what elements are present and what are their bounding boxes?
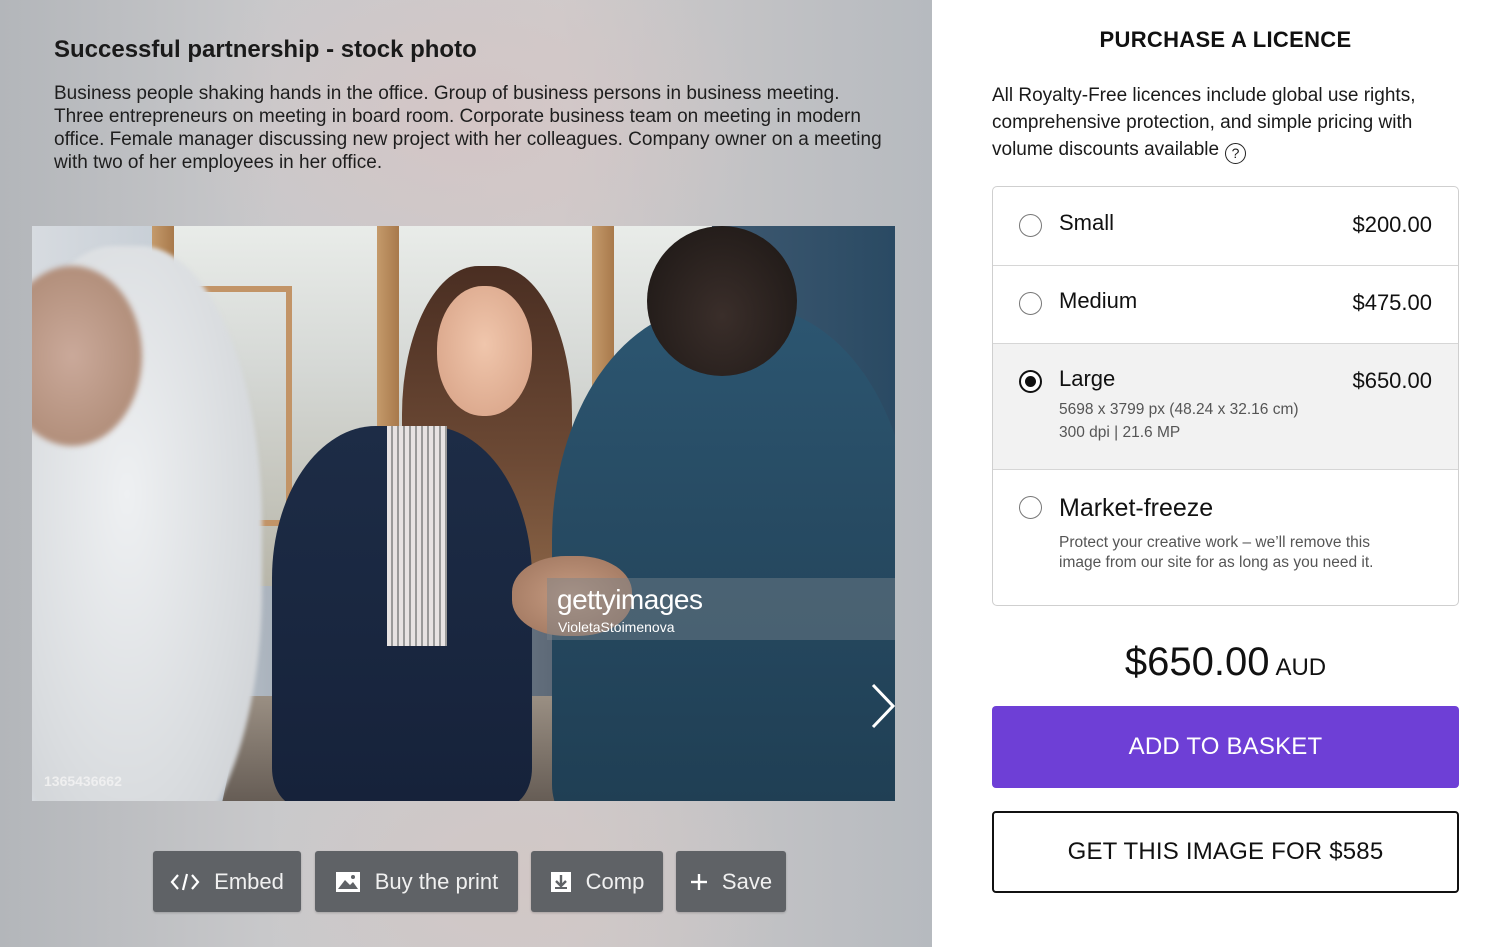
licence-option-market-freeze[interactable]: Market-freeze Protect your creative work…: [993, 470, 1458, 605]
help-icon[interactable]: ?: [1225, 143, 1247, 164]
comp-button[interactable]: Comp: [531, 851, 663, 912]
stock-photo[interactable]: gettyimages VioletaStoimenova 1365436662: [32, 226, 895, 801]
option-price: $650.00: [1352, 368, 1432, 393]
option-name: Large: [1059, 366, 1116, 391]
option-price: $475.00: [1352, 290, 1432, 315]
purchase-panel: PURCHASE A LICENCE All Royalty-Free lice…: [932, 0, 1500, 947]
option-name: Market-freeze: [1059, 494, 1214, 522]
option-description-line1: Protect your creative work – we’ll remov…: [1059, 534, 1370, 551]
option-name: Small: [1059, 210, 1115, 235]
get-image-button[interactable]: GET THIS IMAGE FOR $585: [992, 811, 1459, 893]
download-icon: [550, 871, 571, 892]
licence-description: All Royalty-Free licences include global…: [992, 82, 1462, 164]
licence-options: Small $200.00 Medium $475.00 Large $650.…: [992, 186, 1459, 606]
watermark-brand: gettyimages: [557, 584, 703, 615]
watermark-author: VioletaStoimenova: [558, 619, 675, 635]
radio-large[interactable]: [1019, 370, 1042, 393]
option-price: $200.00: [1352, 212, 1432, 237]
photo-id: 1365436662: [44, 773, 122, 789]
radio-market-freeze[interactable]: [1019, 496, 1042, 519]
radio-small[interactable]: [1019, 214, 1042, 237]
chevron-right-icon: [871, 683, 895, 729]
buy-print-label: Buy the print: [374, 868, 499, 894]
image-title: Successful partnership - stock photo: [54, 36, 477, 63]
watermark: gettyimages VioletaStoimenova: [547, 578, 895, 640]
image-detail-panel: Successful partnership - stock photo Bus…: [0, 0, 932, 947]
licence-option-medium[interactable]: Medium $475.00: [993, 266, 1458, 344]
image-icon: [335, 871, 360, 892]
plus-icon: [690, 873, 707, 890]
save-button[interactable]: Save: [676, 851, 786, 912]
licence-description-text: All Royalty-Free licences include global…: [992, 85, 1416, 160]
total-price: $650.00 AUD: [932, 640, 1500, 685]
total-currency: AUD: [1275, 654, 1327, 681]
comp-label: Comp: [585, 868, 645, 894]
image-description: Business people shaking hands in the off…: [54, 83, 882, 173]
option-description-line2: image from our site for as long as you n…: [1059, 554, 1374, 571]
option-resolution: 300 dpi | 21.6 MP: [1059, 424, 1181, 441]
save-label: Save: [721, 868, 773, 894]
licence-option-small[interactable]: Small $200.00: [993, 187, 1458, 266]
option-name: Medium: [1059, 288, 1138, 313]
buy-print-button[interactable]: Buy the print: [315, 851, 518, 912]
add-to-basket-button[interactable]: ADD TO BASKET: [992, 706, 1459, 788]
embed-button[interactable]: Embed: [153, 851, 301, 912]
next-image-button[interactable]: [868, 681, 895, 731]
purchase-heading: PURCHASE A LICENCE: [1099, 27, 1352, 52]
embed-label: Embed: [214, 868, 284, 894]
code-icon: [170, 873, 200, 890]
total-amount: $650.00: [1124, 640, 1270, 684]
option-dimensions: 5698 x 3799 px (48.24 x 32.16 cm): [1059, 401, 1299, 418]
radio-medium[interactable]: [1019, 292, 1042, 315]
licence-option-large[interactable]: Large $650.00 5698 x 3799 px (48.24 x 32…: [993, 344, 1458, 470]
